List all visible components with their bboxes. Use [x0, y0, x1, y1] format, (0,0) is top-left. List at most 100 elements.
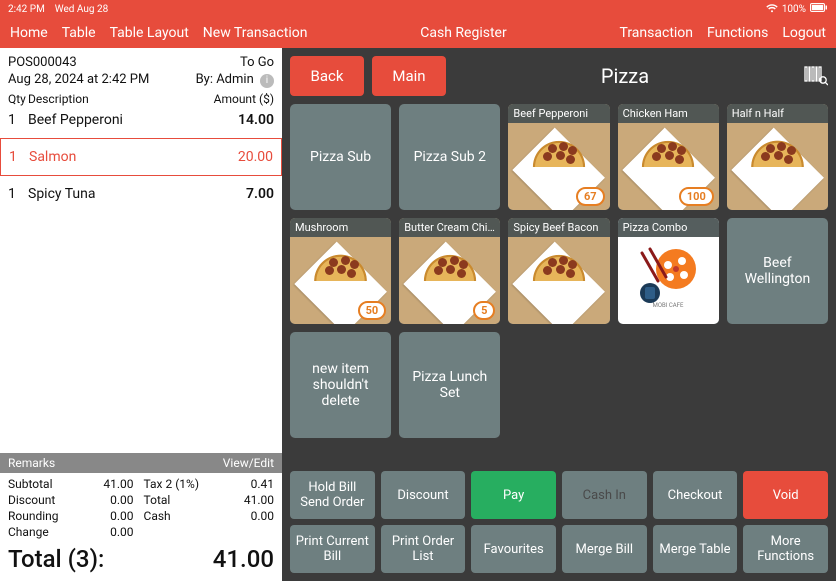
val-subtotal: 41.00 [84, 477, 134, 491]
wifi-icon [766, 3, 778, 16]
col-desc: Description [28, 92, 204, 106]
col-qty: Qty [8, 92, 28, 106]
val-tax: 0.41 [224, 477, 274, 491]
stock-count-badge: 5 [473, 301, 495, 320]
stock-count-badge: 100 [679, 187, 714, 206]
lbl-total: Total [144, 493, 214, 507]
order-item[interactable]: 1Salmon20.00 [0, 138, 282, 176]
grand-total-label: Total (3): [8, 545, 104, 573]
tile-label: Beef Wellington [731, 255, 824, 287]
menu-new-transaction[interactable]: New Transaction [203, 25, 308, 41]
item-amt: 20.00 [203, 149, 273, 165]
product-tile[interactable]: Spicy Beef Bacon [508, 218, 609, 324]
fn-cash-in[interactable]: Cash In [562, 471, 647, 519]
order-id: POS000043 [8, 54, 77, 71]
val-discount: 0.00 [84, 493, 134, 507]
menu-bar: HomeTableTable LayoutNew Transaction Cas… [0, 18, 836, 48]
fn-favourites[interactable]: Favourites [471, 525, 556, 573]
status-time: 2:42 PM [8, 4, 45, 15]
totals-block: Subtotal 41.00 Tax 2 (1%) 0.41 Discount … [0, 473, 282, 539]
svg-text:MOBI CAFE: MOBI CAFE [653, 302, 684, 309]
product-tile[interactable]: new item shouldn't delete [290, 332, 391, 438]
order-columns: Qty Description Amount ($) [0, 90, 282, 108]
stock-count-badge: 67 [576, 187, 605, 206]
fn-discount[interactable]: Discount [381, 471, 466, 519]
tile-label: Pizza Combo [618, 218, 719, 237]
lbl-rounding: Rounding [8, 509, 74, 523]
fn-void[interactable]: Void [743, 471, 828, 519]
order-item[interactable]: 1Spicy Tuna7.00 [0, 182, 282, 206]
product-tile[interactable]: Pizza Lunch Set [399, 332, 500, 438]
item-qty: 1 [9, 149, 29, 165]
product-panel: Back Main Pizza Pizza Sub Pizza Sub 2 Beef… [282, 48, 836, 581]
item-desc: Spicy Tuna [28, 186, 204, 202]
fn-merge-bill[interactable]: Merge Bill [562, 525, 647, 573]
fn-hold-bill-send-order[interactable]: Hold Bill Send Order [290, 471, 375, 519]
tile-label: new item shouldn't delete [294, 361, 387, 409]
menu-home[interactable]: Home [10, 25, 48, 41]
item-amt: 7.00 [204, 186, 274, 202]
info-icon[interactable]: i [260, 74, 274, 88]
product-tile[interactable]: Beef Wellington [727, 218, 828, 324]
product-tile[interactable]: Pizza Sub 2 [399, 104, 500, 210]
menu-table-layout[interactable]: Table Layout [110, 25, 189, 41]
lbl-cash: Cash [144, 509, 214, 523]
tile-label: Chicken Ham [618, 104, 719, 123]
product-tile[interactable]: Pizza Combo MOBI CAFE [618, 218, 719, 324]
item-qty: 1 [8, 112, 28, 128]
tile-label: Beef Pepperoni [508, 104, 609, 123]
lbl-discount: Discount [8, 493, 74, 507]
view-edit-link[interactable]: View/Edit [223, 456, 274, 470]
lbl-subtotal: Subtotal [8, 477, 74, 491]
product-tile[interactable]: Chicken Ham 100 [618, 104, 719, 210]
fn-print-current-bill[interactable]: Print Current Bill [290, 525, 375, 573]
category-title: Pizza [454, 64, 796, 88]
menu-table[interactable]: Table [62, 25, 96, 41]
tile-label: Mushroom [290, 218, 391, 237]
status-battery: 100% [782, 4, 806, 15]
val-change: 0.00 [84, 525, 134, 539]
status-date: Wed Aug 28 [55, 4, 108, 15]
order-type: To Go [240, 54, 274, 71]
main-button[interactable]: Main [372, 56, 446, 96]
val-rounding: 0.00 [84, 509, 134, 523]
order-panel: POS000043 To Go Aug 28, 2024 at 2:42 PM … [0, 48, 282, 581]
item-amt: 14.00 [204, 112, 274, 128]
product-tile[interactable]: Beef Pepperoni 67 [508, 104, 609, 210]
battery-icon [810, 3, 828, 15]
order-by: By: Admin [196, 72, 254, 87]
tile-label: Spicy Beef Bacon [508, 218, 609, 237]
lbl-change: Change [8, 525, 74, 539]
fn-checkout[interactable]: Checkout [653, 471, 738, 519]
fn-more-functions[interactable]: More Functions [743, 525, 828, 573]
fn-print-order-list[interactable]: Print Order List [381, 525, 466, 573]
tile-label: Butter Cream Chick... [399, 218, 500, 237]
item-desc: Salmon [29, 149, 203, 165]
fn-pay[interactable]: Pay [471, 471, 556, 519]
val-total: 41.00 [224, 493, 274, 507]
order-item[interactable]: 1Beef Pepperoni14.00 [0, 108, 282, 132]
val-cash: 0.00 [224, 509, 274, 523]
item-qty: 1 [8, 186, 28, 202]
tile-label: Pizza Sub 2 [414, 149, 486, 165]
back-button[interactable]: Back [290, 56, 364, 96]
menu-transaction[interactable]: Transaction [620, 25, 694, 41]
item-desc: Beef Pepperoni [28, 112, 204, 128]
product-tile[interactable]: Butter Cream Chick... 5 [399, 218, 500, 324]
product-tile[interactable]: Half n Half [727, 104, 828, 210]
tile-label: Half n Half [727, 104, 828, 123]
remarks-label: Remarks [8, 456, 55, 470]
barcode-search-icon[interactable] [804, 65, 828, 87]
product-tile[interactable]: Mushroom 50 [290, 218, 391, 324]
stock-count-badge: 50 [358, 301, 387, 320]
remarks-bar[interactable]: Remarks View/Edit [0, 453, 282, 473]
order-datetime: Aug 28, 2024 at 2:42 PM [8, 71, 149, 88]
fn-merge-table[interactable]: Merge Table [653, 525, 738, 573]
tile-label: Pizza Lunch Set [403, 369, 496, 401]
status-bar: 2:42 PM Wed Aug 28 100% [0, 0, 836, 18]
grand-total-value: 41.00 [213, 545, 274, 573]
menu-logout[interactable]: Logout [782, 25, 826, 41]
menu-functions[interactable]: Functions [707, 25, 768, 41]
product-tile[interactable]: Pizza Sub [290, 104, 391, 210]
tile-label: Pizza Sub [310, 149, 371, 165]
